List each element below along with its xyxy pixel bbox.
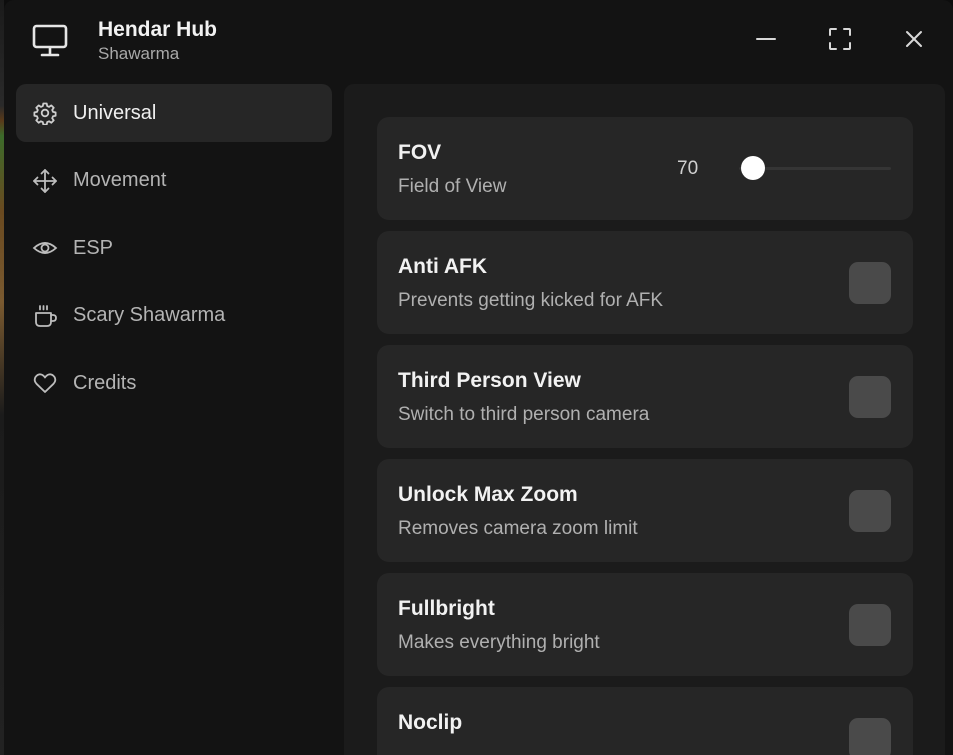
setting-card-fullbright: Fullbright Makes everything bright (377, 573, 913, 676)
setting-card-third-person-view: Third Person View Switch to third person… (377, 345, 913, 448)
gear-icon (32, 100, 58, 126)
sidebar-item-label: Universal (73, 101, 157, 124)
unlock-max-zoom-toggle[interactable] (849, 490, 891, 532)
setting-title: Fullbright (398, 597, 495, 620)
window-title: Hendar Hub (98, 18, 218, 41)
minimize-icon (755, 28, 777, 55)
close-icon (904, 29, 924, 54)
settings-panel[interactable]: FOV Field of View 70 Anti AFK Prevents g… (344, 84, 945, 755)
eye-icon (32, 235, 58, 261)
sidebar-item-label: Movement (73, 169, 167, 191)
maximize-button[interactable] (825, 26, 855, 56)
title-bar[interactable]: Hendar Hub Shawarma (4, 0, 953, 84)
fov-slider-track[interactable] (739, 156, 891, 180)
setting-description: Field of View (398, 176, 507, 197)
setting-description: Prevents getting kicked for AFK (398, 290, 664, 311)
sidebar-item-esp[interactable]: ESP (16, 219, 332, 277)
heart-icon (32, 370, 58, 396)
sidebar-item-credits[interactable]: Credits (16, 354, 332, 412)
fullbright-toggle[interactable] (849, 604, 891, 646)
setting-title: Unlock Max Zoom (398, 483, 578, 506)
move-arrows-icon (32, 168, 58, 194)
coffee-cup-icon (32, 303, 58, 329)
setting-title: Noclip (398, 711, 463, 734)
setting-card-anti-afk: Anti AFK Prevents getting kicked for AFK (377, 231, 913, 334)
setting-description: Makes everything bright (398, 632, 600, 653)
close-button[interactable] (899, 26, 929, 56)
minimize-button[interactable] (751, 26, 781, 56)
setting-card-unlock-max-zoom: Unlock Max Zoom Removes camera zoom limi… (377, 459, 913, 562)
fov-value: 70 (677, 158, 699, 179)
sidebar-item-label: Credits (73, 371, 137, 394)
anti-afk-toggle[interactable] (849, 262, 891, 304)
setting-card-noclip: Noclip (377, 687, 913, 755)
window-subtitle: Shawarma (98, 44, 180, 63)
third-person-view-toggle[interactable] (849, 376, 891, 418)
setting-description: Switch to third person camera (398, 404, 650, 425)
fov-slider-thumb[interactable] (741, 156, 765, 180)
sidebar: Universal Movement ESP Scary Shawarma Cr… (16, 84, 332, 422)
sidebar-item-label: ESP (73, 236, 114, 259)
noclip-toggle[interactable] (849, 718, 891, 755)
maximize-icon (828, 27, 852, 56)
monitor-icon (32, 24, 68, 58)
setting-title: Anti AFK (398, 255, 488, 278)
setting-card-fov: FOV Field of View 70 (377, 117, 913, 220)
app-window: Hendar Hub Shawarma Universal Movement E… (4, 0, 953, 755)
sidebar-item-movement[interactable]: Movement (16, 152, 332, 210)
setting-title: Third Person View (398, 369, 581, 392)
setting-title: FOV (398, 141, 442, 164)
sidebar-item-scary-shawarma[interactable]: Scary Shawarma (16, 287, 332, 345)
setting-description: Removes camera zoom limit (398, 518, 638, 539)
sidebar-item-label: Scary Shawarma (73, 304, 226, 326)
sidebar-item-universal[interactable]: Universal (16, 84, 332, 142)
